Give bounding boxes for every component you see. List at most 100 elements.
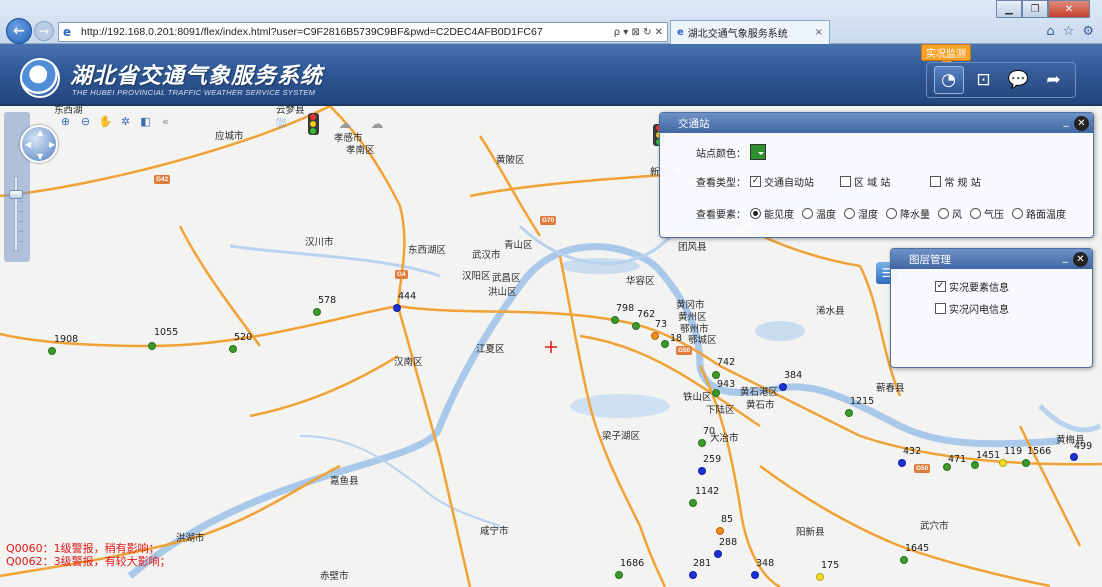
station-dot[interactable]: [689, 571, 697, 579]
river: [1038, 404, 1102, 433]
type-checkbox[interactable]: [840, 176, 851, 187]
type-label: 区 域 站: [854, 178, 891, 189]
station-dot[interactable]: [651, 332, 659, 340]
element-radio[interactable]: [802, 208, 813, 219]
station-dot[interactable]: [1022, 459, 1030, 467]
station-dot[interactable]: [393, 304, 401, 312]
minimize-panel-icon[interactable]: _: [1064, 114, 1070, 127]
station-value: 1686: [620, 558, 645, 569]
browser-tab[interactable]: e 湖北交通气象服务系统 ×: [670, 20, 830, 44]
url-text[interactable]: http://192.168.0.201:8091/flex/index.htm…: [81, 26, 614, 38]
address-tools[interactable]: ρ ▾ ⊠ ↻ ✕: [614, 27, 667, 38]
station-dot[interactable]: [229, 345, 237, 353]
station-dot[interactable]: [900, 556, 908, 564]
element-label: 能见度: [764, 210, 794, 221]
station-dot[interactable]: [971, 461, 979, 469]
station-dot[interactable]: [48, 347, 56, 355]
minimize-button[interactable]: ▁: [996, 0, 1022, 18]
place-label: 武昌区: [492, 273, 521, 284]
place-label: 洪湖市: [176, 533, 205, 544]
fog-icon[interactable]: ☁: [368, 114, 386, 134]
pan-left-icon[interactable]: ◀: [25, 141, 31, 149]
maximize-button[interactable]: ❐: [1022, 0, 1048, 18]
station-dot[interactable]: [999, 459, 1007, 467]
element-radio[interactable]: [886, 208, 897, 219]
zoom-slider-track[interactable]: [14, 176, 18, 251]
full-extent-icon[interactable]: ✲: [118, 114, 133, 129]
element-radio[interactable]: [938, 208, 949, 219]
previous-extent-icon[interactable]: ◧: [138, 114, 153, 129]
snow-icon[interactable]: ☁: [336, 114, 354, 134]
minimize-panel-icon[interactable]: _: [1063, 250, 1069, 263]
pan-right-icon[interactable]: ▶: [49, 141, 55, 149]
station-dot[interactable]: [712, 371, 720, 379]
element-radio[interactable]: [844, 208, 855, 219]
station-dot[interactable]: [751, 571, 759, 579]
station-dot[interactable]: [712, 389, 720, 397]
traffic-light-icon[interactable]: [304, 113, 322, 135]
zoom-in-icon[interactable]: ⊕: [58, 114, 73, 129]
pan-down-icon[interactable]: ▼: [37, 153, 43, 161]
highway-shield: G4: [395, 270, 408, 279]
place-label: 鄂城区: [688, 335, 717, 346]
station-dot[interactable]: [313, 308, 321, 316]
inbox-button[interactable]: ⊡: [969, 66, 999, 94]
station-dot[interactable]: [698, 439, 706, 447]
element-label: 风: [952, 210, 962, 221]
element-radio[interactable]: [970, 208, 981, 219]
settings-gear-icon[interactable]: ⚙: [1082, 24, 1094, 39]
type-checkbox[interactable]: [930, 176, 942, 187]
close-panel-button[interactable]: ✕: [1073, 252, 1088, 267]
station-dot[interactable]: [698, 467, 706, 475]
place-label: 蕲春县: [876, 383, 905, 394]
station-dot[interactable]: [148, 342, 156, 350]
favorites-star-icon[interactable]: ☆: [1063, 24, 1075, 39]
element-radio[interactable]: [750, 208, 761, 219]
place-label: 赤壁市: [320, 571, 349, 582]
zoom-out-icon[interactable]: ⊖: [78, 114, 93, 129]
warning-line: Q0060：1级警报，稍有影响；: [6, 542, 160, 555]
station-dot[interactable]: [779, 383, 787, 391]
screen: ▁ ❐ ✕ ← → e http://192.168.0.201:8091/fl…: [0, 0, 1102, 587]
weather-station-icon[interactable]: ⛆: [272, 114, 290, 134]
station-dot[interactable]: [816, 573, 824, 581]
lake: [755, 321, 805, 341]
place-label: 浠水县: [816, 306, 845, 317]
type-checkbox[interactable]: ✓: [750, 176, 761, 187]
station-value: 762: [637, 309, 656, 320]
close-panel-button[interactable]: ✕: [1074, 116, 1089, 131]
tab-close-icon[interactable]: ×: [815, 27, 823, 38]
pan-control[interactable]: ▲ ▼ ◀ ▶: [20, 125, 58, 163]
layer-checkbox[interactable]: ✓: [935, 281, 946, 292]
view-element-label: 查看要素：: [696, 210, 746, 221]
station-dot[interactable]: [714, 550, 722, 558]
realtime-monitor-button[interactable]: ◔: [933, 66, 964, 94]
home-icon[interactable]: ⌂: [1046, 24, 1054, 39]
station-dot[interactable]: [898, 459, 906, 467]
station-value: 281: [693, 558, 712, 569]
pan-hand-icon[interactable]: ✋: [98, 114, 113, 129]
view-element-row: 查看要素： 能见度 温度 湿度 降水量 风 气压 路面温度: [696, 206, 1066, 221]
zoom-slider-thumb[interactable]: [9, 190, 23, 199]
station-dot[interactable]: [689, 499, 697, 507]
station-color-picker[interactable]: [750, 144, 766, 160]
station-dot[interactable]: [661, 340, 669, 348]
station-dot[interactable]: [716, 527, 724, 535]
station-dot[interactable]: [615, 571, 623, 579]
header-toolbar: ◔ ⊡ 💬 ➦: [926, 62, 1076, 98]
element-radio[interactable]: [1012, 208, 1023, 219]
station-dot[interactable]: [611, 316, 619, 324]
back-button[interactable]: ←: [6, 18, 32, 44]
chat-button[interactable]: 💬: [1004, 66, 1034, 94]
address-bar[interactable]: e http://192.168.0.201:8091/flex/index.h…: [58, 22, 668, 42]
close-window-button[interactable]: ✕: [1048, 0, 1090, 18]
layer-row: 实况闪电信息: [935, 301, 1009, 316]
share-button[interactable]: ➦: [1039, 66, 1069, 94]
pan-up-icon[interactable]: ▲: [37, 129, 43, 137]
collapse-toolbar-icon[interactable]: «: [158, 114, 173, 129]
forward-button[interactable]: →: [34, 21, 54, 41]
station-dot[interactable]: [845, 409, 853, 417]
station-dot[interactable]: [1070, 453, 1078, 461]
layer-checkbox[interactable]: [935, 303, 946, 314]
station-dot[interactable]: [632, 322, 640, 330]
